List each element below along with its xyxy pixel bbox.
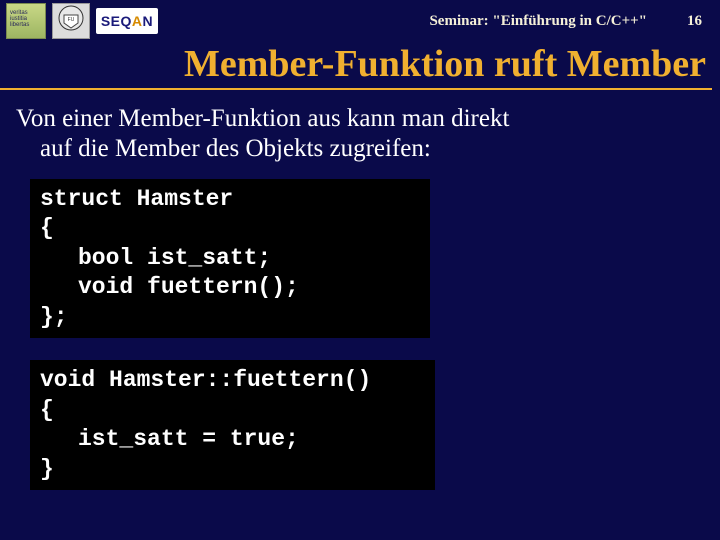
code1-l4: void fuettern(); (40, 273, 416, 302)
seqan-a: A (132, 13, 143, 29)
veritas-logo-text: veritas iustitia libertas (10, 10, 45, 28)
code1-l3: bool ist_satt; (40, 244, 416, 273)
code1-l2: { (40, 215, 54, 241)
page-number: 16 (687, 13, 702, 30)
university-shield-icon: FU (52, 3, 90, 39)
title-row: Member-Funktion ruft Member (0, 42, 720, 90)
code2-l1: void Hamster::fuettern() (40, 367, 371, 393)
seqan-n: N (143, 13, 154, 29)
code2-l3: ist_satt = true; (40, 425, 421, 454)
code1-l5: }; (40, 304, 68, 330)
veritas-logo-icon: veritas iustitia libertas (6, 3, 46, 39)
svg-text:FU: FU (68, 17, 75, 23)
body-line-1: Von einer Member-Funktion aus kann man d… (16, 105, 509, 132)
code2-l4: } (40, 456, 54, 482)
slide-header: veritas iustitia libertas FU SEQAN Semin… (0, 0, 720, 42)
seqan-logo-icon: SEQAN (96, 8, 158, 34)
seqan-seq: SEQ (101, 13, 132, 29)
body-line-2: auf die Member des Objekts zugreifen: (16, 134, 702, 164)
code-block-impl: void Hamster::fuettern() { ist_satt = tr… (30, 360, 435, 490)
code-block-struct: struct Hamster { bool ist_satt;void fuet… (30, 179, 430, 338)
code2-l2: { (40, 397, 54, 423)
body-text: Von einer Member-Funktion aus kann man d… (0, 90, 720, 169)
seminar-label: Seminar: "Einführung in C/C++" (429, 13, 647, 30)
slide-title: Member-Funktion ruft Member (0, 42, 712, 90)
code1-l1: struct Hamster (40, 186, 233, 212)
header-right: Seminar: "Einführung in C/C++" 16 (429, 13, 702, 30)
